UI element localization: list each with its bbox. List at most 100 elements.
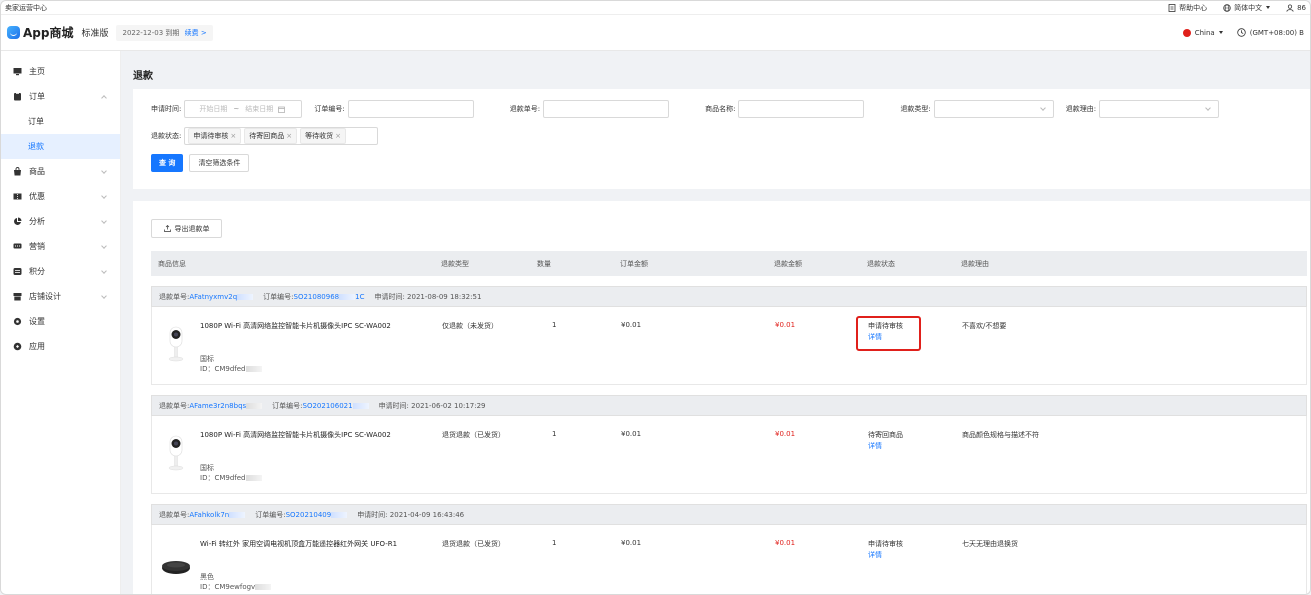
- country-label: China: [1194, 28, 1215, 37]
- account-label: 86: [1297, 3, 1306, 12]
- renew-link[interactable]: 续费 >: [185, 29, 207, 37]
- refund-no-input[interactable]: [543, 100, 670, 118]
- detail-link[interactable]: 详情: [868, 550, 882, 560]
- refund-type-select[interactable]: [933, 100, 1054, 118]
- refund-reason-select[interactable]: [1099, 100, 1220, 118]
- sidebar-item-label: 设置: [29, 317, 45, 326]
- sidebar-subitem-refunds[interactable]: 退款: [1, 134, 120, 159]
- timezone-label: (GMT+08:00) B: [1249, 28, 1304, 37]
- timezone-selector[interactable]: (GMT+08:00) B: [1237, 28, 1304, 37]
- export-refunds-button[interactable]: 导出退款单: [151, 219, 222, 238]
- refund-no-prefix: 退款单号:: [159, 510, 190, 519]
- status-tag[interactable]: 申请待审核 ×: [188, 128, 242, 144]
- shop-logo-icon: [7, 26, 20, 39]
- app-logo[interactable]: App商城: [7, 24, 73, 41]
- close-icon[interactable]: ×: [286, 132, 292, 140]
- detail-link[interactable]: 详情: [868, 441, 882, 451]
- order-no-prefix: 订单编号:: [255, 510, 286, 519]
- sidebar-item-label: 主页: [29, 67, 45, 76]
- status-tag[interactable]: 等待收货 ×: [300, 128, 346, 144]
- product-name[interactable]: 1080P Wi-Fi 高清网络监控智能卡片机摄像头IPC SC-WA002: [200, 430, 440, 440]
- sidebar-item-discounts[interactable]: 优惠: [1, 184, 120, 209]
- expire-text: 2022-12-03 到期: [122, 28, 180, 37]
- sidebar-item-orders[interactable]: 订单: [1, 84, 120, 109]
- sidebar-item-products[interactable]: 商品: [1, 159, 120, 184]
- date-separator: ~: [233, 105, 240, 113]
- table-row: Wi-Fi 转红外 家用空调电视机顶盒万能遥控器红外网关 UFO-R1 黑色 I…: [151, 525, 1307, 594]
- sidebar-item-settings[interactable]: 设置: [1, 309, 120, 334]
- product-name[interactable]: Wi-Fi 转红外 家用空调电视机顶盒万能遥控器红外网关 UFO-R1: [200, 539, 440, 549]
- product-name-input[interactable]: [738, 100, 865, 118]
- order-amount: ¥0.01: [621, 321, 642, 329]
- refund-status: 申请待审核: [868, 540, 903, 548]
- order-no-label: 订单编号:: [314, 105, 345, 113]
- column-header: 数量: [537, 259, 551, 268]
- sidebar-subitem-orders[interactable]: 订单: [1, 109, 120, 134]
- sidebar-item-points[interactable]: 积分: [1, 259, 120, 284]
- product-name[interactable]: 1080P Wi-Fi 高清网络监控智能卡片机摄像头IPC SC-WA002: [200, 321, 440, 331]
- apply-time-prefix: 申请时间:: [378, 401, 409, 410]
- close-icon[interactable]: ×: [335, 132, 341, 140]
- sidebar-item-apps[interactable]: 应用: [1, 334, 120, 359]
- refund-no-link[interactable]: AFame3r2n8bqs: [189, 402, 246, 410]
- seller-center-label: 卖家运营中心: [5, 3, 47, 12]
- order-info-bar: 退款单号:AFame3r2n8bqs 订单编号:SO202106021 申请时间…: [151, 395, 1307, 416]
- clear-filters-button[interactable]: 清空筛选条件: [189, 154, 250, 172]
- app-window: 卖家运营中心 帮助中心 简体中文 86 App商城 标准版 2022-12-03…: [0, 0, 1311, 595]
- gear-icon: [13, 317, 22, 326]
- export-label: 导出退款单: [174, 224, 210, 233]
- clipboard-icon: [13, 92, 22, 101]
- redacted-mark: [245, 475, 262, 481]
- sidebar-item-label: 商品: [29, 167, 45, 176]
- refund-no-prefix: 退款单号:: [159, 292, 190, 301]
- expire-badge: 2022-12-03 到期 续费 >: [116, 24, 213, 41]
- coupon-icon: [13, 192, 22, 201]
- account-menu[interactable]: 86: [1286, 4, 1306, 12]
- order-no-link[interactable]: SO21080968: [294, 293, 340, 301]
- close-icon[interactable]: ×: [230, 132, 236, 140]
- column-header: 订单金额: [620, 259, 648, 268]
- column-header: 退款理由: [961, 259, 989, 268]
- help-center-link[interactable]: 帮助中心: [1168, 3, 1207, 13]
- refund-no-link[interactable]: AFahkolk7n: [189, 511, 229, 519]
- language-label: 简体中文: [1234, 3, 1263, 12]
- column-header: 商品信息: [158, 259, 186, 268]
- refund-no-prefix: 退款单号:: [159, 401, 190, 410]
- page-title: 退款: [122, 51, 1310, 89]
- start-date-placeholder: 开始日期: [199, 105, 228, 113]
- status-tag[interactable]: 待寄回商品 ×: [244, 128, 298, 144]
- store-icon: [13, 292, 22, 301]
- redacted-mark: [245, 366, 262, 372]
- apply-time-prefix: 申请时间:: [357, 510, 388, 519]
- calendar-icon: [278, 106, 286, 113]
- order-no-input[interactable]: [347, 100, 474, 118]
- refund-table: 商品信息 退款类型 数量 订单金额 退款金额 退款状态 退款理由 退款单号:AF…: [151, 251, 1307, 594]
- order-no-link[interactable]: SO20210409: [286, 511, 332, 519]
- quantity: 1: [552, 321, 557, 329]
- refund-status-select[interactable]: 申请待审核 × 待寄回商品 × 等待收货 ×: [184, 127, 379, 145]
- language-selector[interactable]: 简体中文: [1223, 3, 1271, 13]
- redacted-mark: [331, 511, 348, 518]
- sidebar-item-marketing[interactable]: 营销: [1, 234, 120, 259]
- order-info-bar: 退款单号:AFatnyxmv2q 订单编号:SO21080968 1C 申请时间:…: [151, 286, 1307, 307]
- sidebar-item-store-design[interactable]: 店铺设计: [1, 284, 120, 309]
- user-icon: [1286, 3, 1294, 12]
- query-button[interactable]: 查 询: [151, 154, 184, 172]
- country-selector[interactable]: China: [1182, 28, 1223, 37]
- filter-panel: 申请时间: 开始日期 ~ 结束日期 订单编号: 退款单号: 商品名称: 退款类型…: [133, 89, 1310, 189]
- order-no-link[interactable]: SO202106021: [303, 402, 353, 410]
- sidebar-item-analytics[interactable]: 分析: [1, 209, 120, 234]
- quantity: 1: [552, 539, 557, 547]
- app-icon: [13, 342, 22, 351]
- apply-time-label: 申请时间:: [151, 105, 182, 113]
- redacted-mark: [246, 402, 263, 409]
- camera-product-image: [168, 326, 184, 362]
- sidebar-item-home[interactable]: 主页: [1, 59, 120, 84]
- refund-no-link[interactable]: AFatnyxmv2q: [189, 293, 237, 301]
- date-range-picker[interactable]: 开始日期 ~ 结束日期: [184, 100, 303, 118]
- refund-amount: ¥0.01: [775, 539, 796, 547]
- order-no-prefix: 订单编号:: [263, 292, 294, 301]
- highlight-box: [856, 316, 921, 351]
- refund-reason: 不喜欢/不想要: [962, 322, 1007, 330]
- product-id-text: ID：CM9dfed: [200, 474, 246, 482]
